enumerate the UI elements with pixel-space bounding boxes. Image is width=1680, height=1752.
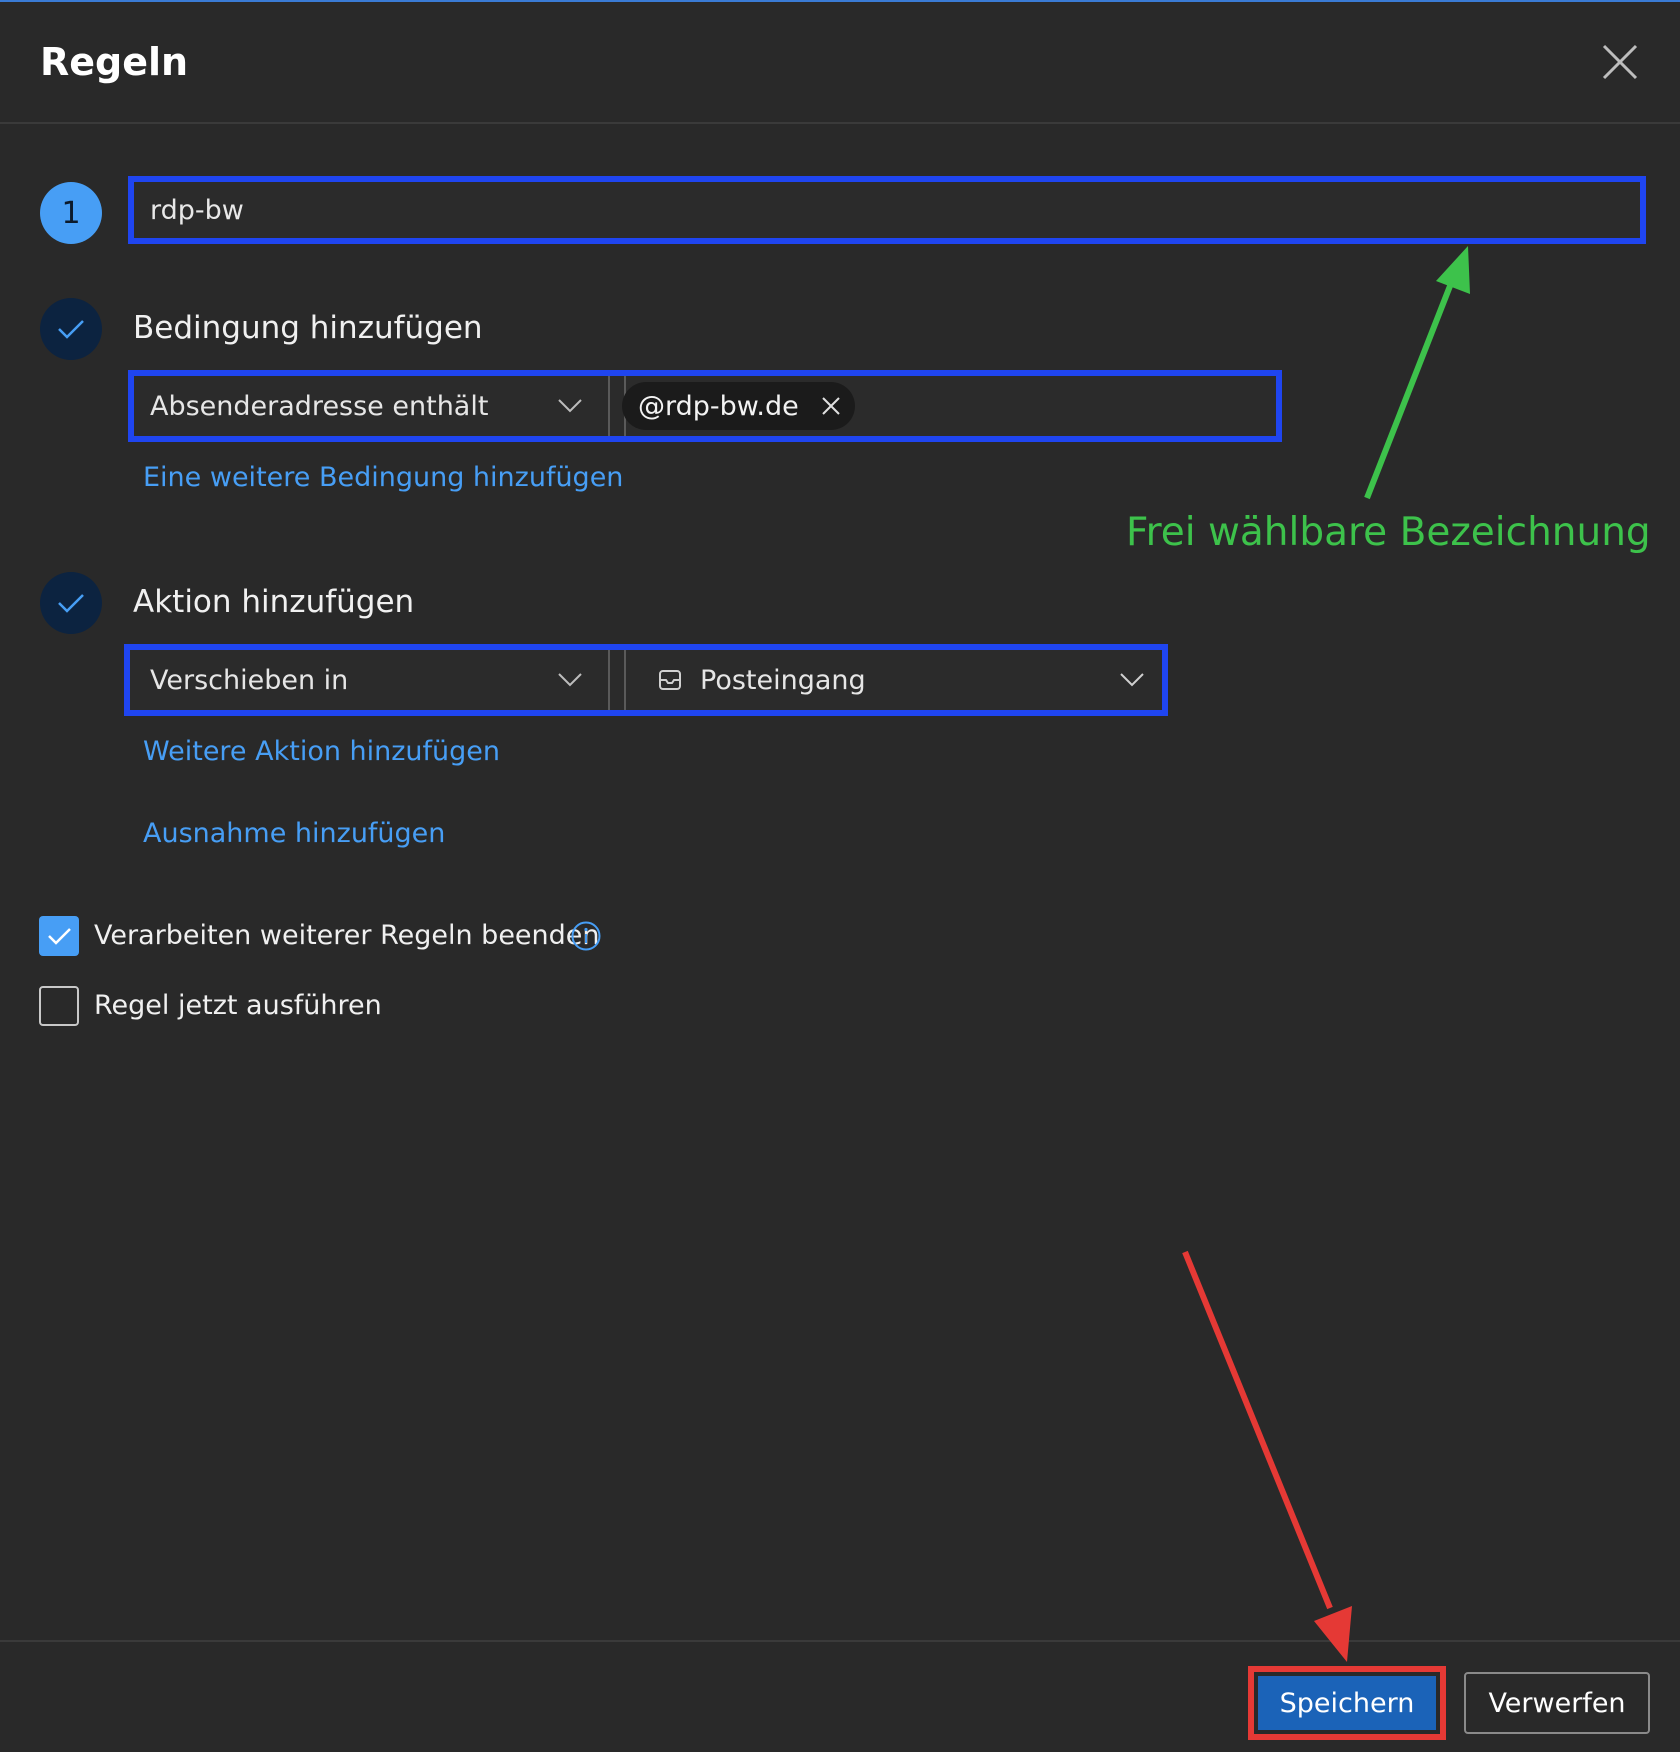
stop-processing-label: Verarbeiten weiterer Regeln beenden xyxy=(94,920,600,951)
save-button[interactable]: Speichern xyxy=(1258,1676,1436,1730)
chevron-down-icon xyxy=(1120,673,1144,687)
dialog-title: Regeln xyxy=(40,40,189,84)
run-now-label: Regel jetzt ausführen xyxy=(94,990,382,1021)
add-condition-link[interactable]: Eine weitere Bedingung hinzufügen xyxy=(143,462,623,493)
rule-name-highlight xyxy=(128,176,1646,244)
chip-label: @rdp-bw.de xyxy=(638,390,799,422)
discard-button[interactable]: Verwerfen xyxy=(1464,1672,1650,1734)
run-now-checkbox[interactable] xyxy=(39,986,79,1026)
sender-address-chip[interactable]: @rdp-bw.de xyxy=(622,382,855,430)
annotation-free-name: Frei wählbare Bezeichnung xyxy=(1126,510,1651,555)
chevron-down-icon xyxy=(558,399,582,413)
checkmark-icon xyxy=(58,594,84,613)
footer-divider xyxy=(0,1640,1680,1642)
condition-type-label: Absenderadresse enthält xyxy=(150,390,489,422)
stop-processing-checkbox[interactable] xyxy=(39,916,79,956)
green-arrow xyxy=(1364,246,1470,500)
annotation-arrows xyxy=(1182,246,1470,1662)
add-action-link[interactable]: Weitere Aktion hinzufügen xyxy=(143,736,500,767)
rules-dialog: Regeln 1 Bedingung hinzufügen Absenderad… xyxy=(0,0,1680,1752)
add-exception-link[interactable]: Ausnahme hinzufügen xyxy=(143,818,445,849)
condition-step-badge xyxy=(40,298,102,360)
action-step-badge xyxy=(40,572,102,634)
action-type-dropdown[interactable]: Verschieben in xyxy=(130,650,608,710)
close-icon xyxy=(1602,44,1638,80)
remove-chip-icon[interactable] xyxy=(819,394,843,418)
rule-name-input[interactable] xyxy=(134,182,1640,238)
dialog-header: Regeln xyxy=(0,2,1680,124)
checkmark-icon xyxy=(48,928,71,945)
checkmark-icon xyxy=(58,320,84,339)
condition-section-title: Bedingung hinzufügen xyxy=(133,310,483,346)
dropdown-divider xyxy=(608,650,610,710)
target-folder-label: Posteingang xyxy=(700,664,866,696)
info-icon[interactable] xyxy=(570,920,602,952)
target-folder-dropdown[interactable]: Posteingang xyxy=(626,650,1162,710)
step-number: 1 xyxy=(61,195,81,231)
condition-type-dropdown[interactable]: Absenderadresse enthält xyxy=(134,376,608,436)
step-number-badge: 1 xyxy=(40,182,102,244)
action-row-highlight: Verschieben in Posteingang xyxy=(124,644,1168,716)
action-type-label: Verschieben in xyxy=(150,664,349,696)
close-button[interactable] xyxy=(1600,42,1640,82)
action-section-title: Aktion hinzufügen xyxy=(133,584,415,620)
inbox-icon xyxy=(659,670,681,690)
dropdown-divider xyxy=(608,376,610,436)
red-arrow xyxy=(1182,1250,1352,1662)
chevron-down-icon xyxy=(558,673,582,687)
